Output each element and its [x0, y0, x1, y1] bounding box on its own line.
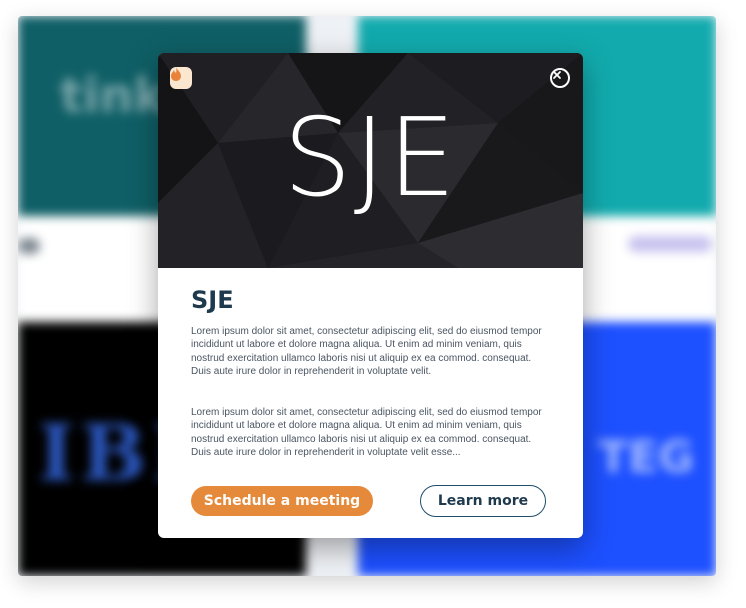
- card-middle-left-bar: [18, 238, 40, 254]
- schedule-meeting-button[interactable]: Schedule a meeting: [191, 486, 373, 516]
- modal-hero: SJE: [158, 53, 583, 268]
- modal-title: SJE: [191, 286, 234, 314]
- hero-logo-text: SJE: [283, 96, 458, 221]
- description-paragraph-2: Lorem ipsum dolor sit amet, consectetur …: [191, 407, 542, 459]
- close-button[interactable]: [550, 68, 570, 88]
- flame-badge-icon: [170, 67, 192, 89]
- card-bottom-right-logo: TEG: [598, 432, 695, 483]
- description-paragraph-1: Lorem ipsum dolor sit amet, consectetur …: [191, 326, 542, 378]
- learn-more-button[interactable]: Learn more: [420, 485, 546, 517]
- close-icon: [553, 71, 561, 79]
- card-middle-right-bar: [628, 236, 712, 252]
- card-top-left-logo: tink: [60, 68, 166, 124]
- flame-icon: [171, 67, 181, 81]
- company-modal: SJE SJE Lorem ipsum dolor sit amet, cons…: [158, 53, 583, 538]
